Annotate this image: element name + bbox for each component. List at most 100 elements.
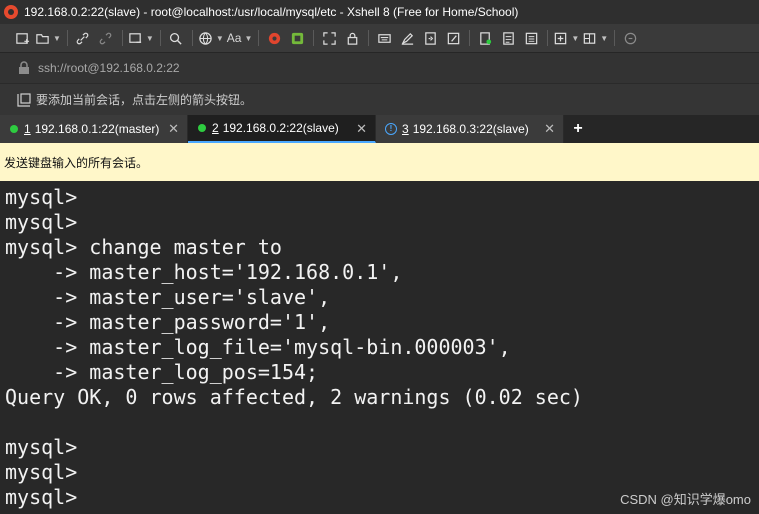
xmanager-button[interactable]	[287, 27, 307, 49]
broadcast-banner: 发送键盘输入的所有会话。	[0, 143, 759, 181]
toolbar-divider	[121, 30, 123, 46]
split-button[interactable]: ▼	[582, 27, 608, 49]
terminal-line: -> master_host='192.168.0.1',	[5, 260, 403, 284]
tab-session-2[interactable]: 2 192.168.0.2:22(slave) ✕	[188, 115, 376, 143]
tab-label: 192.168.0.2:22(slave)	[222, 121, 339, 135]
toolbar-divider	[258, 30, 260, 46]
broadcast-text: 发送键盘输入的所有会话。	[4, 155, 149, 170]
session-hint-bar: 要添加当前会话，点击左侧的箭头按钮。	[0, 83, 759, 115]
terminal-line: -> master_password='1',	[5, 310, 331, 334]
keyboard-icon	[378, 33, 391, 43]
open-session-button[interactable]: ▼	[35, 27, 61, 49]
toolbar-divider	[159, 30, 161, 46]
session-tabs: 1 192.168.0.1:22(master) ✕ 2 192.168.0.2…	[0, 115, 759, 143]
title-bar: 192.168.0.2:22(slave) - root@localhost:/…	[0, 0, 759, 24]
toolbar: ▼ ▼ ▼ Aa ▼ ▼ ▼	[0, 24, 759, 52]
chevron-down-icon: ▼	[571, 33, 580, 43]
lock-icon	[347, 32, 358, 45]
terminal-line: mysql>	[5, 460, 78, 484]
list-icon	[525, 32, 538, 44]
connected-status-icon	[10, 125, 18, 133]
terminal-line: Query OK, 0 rows affected, 2 warnings (0…	[5, 385, 583, 409]
terminal-line: mysql>	[5, 435, 78, 459]
add-tab-button[interactable]: +	[564, 115, 592, 143]
split-icon	[584, 32, 596, 44]
new-session-button[interactable]	[12, 27, 32, 49]
tab-session-3[interactable]: ! 3 192.168.0.3:22(slave) ✕	[376, 115, 564, 143]
font-size-icon: Aa	[226, 31, 242, 45]
xmanager-icon	[291, 32, 303, 44]
chat-button[interactable]	[620, 27, 640, 49]
list-button[interactable]	[521, 27, 541, 49]
link-icon	[77, 32, 89, 44]
reconnect-button[interactable]	[73, 27, 93, 49]
terminal-output[interactable]: mysql> mysql> mysql> change master to ->…	[0, 181, 759, 514]
tab-session-1[interactable]: 1 192.168.0.1:22(master) ✕	[0, 115, 188, 143]
search-icon	[170, 32, 182, 45]
encoding-button[interactable]: ▼	[198, 27, 224, 49]
terminal-line: mysql> change master to	[5, 235, 282, 259]
send-icon	[480, 31, 491, 45]
xshell-logo-icon	[4, 5, 18, 19]
close-icon[interactable]: ✕	[356, 121, 367, 137]
compose-button[interactable]	[443, 27, 463, 49]
log-icon	[503, 31, 514, 45]
unlink-icon	[100, 32, 112, 44]
tab-label: 192.168.0.3:22(slave)	[412, 122, 529, 136]
fullscreen-icon	[323, 31, 336, 45]
script-icon	[425, 31, 436, 45]
toolbar-divider	[469, 30, 471, 46]
tab-number: 2	[212, 121, 219, 135]
globe-icon	[199, 31, 212, 45]
chevron-down-icon: ▼	[244, 33, 253, 43]
terminal-line: -> master_log_pos=154;	[5, 360, 319, 384]
toolbar-divider	[313, 30, 315, 46]
fullscreen-button[interactable]	[319, 27, 339, 49]
disconnect-button[interactable]	[96, 27, 116, 49]
terminal-line: mysql>	[5, 185, 78, 209]
window-title: 192.168.0.2:22(slave) - root@localhost:/…	[24, 5, 519, 19]
new-tab-button[interactable]: ▼	[128, 27, 154, 49]
new-tab-icon	[129, 32, 142, 43]
chevron-down-icon: ▼	[53, 33, 61, 43]
close-icon[interactable]: ✕	[544, 121, 555, 137]
chevron-down-icon: ▼	[145, 33, 154, 43]
keyboard-button[interactable]	[374, 27, 394, 49]
tab-number: 3	[402, 122, 409, 136]
lock-button[interactable]	[342, 27, 362, 49]
chat-icon	[624, 32, 636, 44]
add-layout-icon	[555, 32, 567, 44]
terminal-line: mysql>	[5, 210, 78, 234]
connected-status-icon	[198, 124, 206, 132]
xftp-icon	[268, 32, 280, 44]
toolbar-divider	[191, 30, 193, 46]
open-folder-icon	[36, 33, 49, 44]
lock-icon	[19, 61, 29, 74]
toolbar-divider	[547, 30, 549, 46]
tab-label: 192.168.0.1:22(master)	[34, 122, 160, 136]
address-bar[interactable]: ssh://root@192.168.0.2:22	[0, 52, 759, 83]
toolbar-divider	[66, 30, 68, 46]
script-button[interactable]	[420, 27, 440, 49]
hint-text: 要添加当前会话，点击左侧的箭头按钮。	[36, 93, 253, 107]
send-button[interactable]	[475, 27, 495, 49]
warning-status-icon: !	[385, 123, 397, 135]
add-layout-button[interactable]: ▼	[553, 27, 579, 49]
highlight-button[interactable]	[397, 27, 417, 49]
compose-icon	[447, 32, 460, 44]
watermark: CSDN @知识学爆omo	[620, 492, 751, 507]
font-button[interactable]: Aa ▼	[227, 27, 253, 49]
xftp-button[interactable]	[264, 27, 284, 49]
terminal-line: -> master_log_file='mysql-bin.000003',	[5, 335, 511, 359]
toolbar-divider	[368, 30, 370, 46]
add-session-arrow-icon[interactable]	[17, 92, 31, 107]
log-button[interactable]	[498, 27, 518, 49]
close-icon[interactable]: ✕	[168, 121, 179, 137]
address-input[interactable]: ssh://root@192.168.0.2:22	[38, 61, 180, 75]
terminal-line: -> master_user='slave',	[5, 285, 331, 309]
toolbar-divider	[614, 30, 616, 46]
chevron-down-icon: ▼	[215, 33, 224, 43]
tab-number: 1	[24, 122, 31, 136]
find-button[interactable]	[166, 27, 186, 49]
